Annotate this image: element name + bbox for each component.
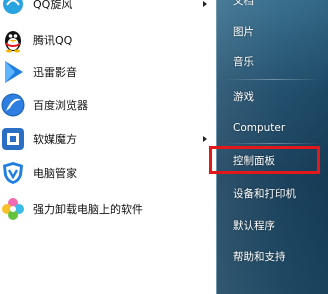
baidu-browser-icon (0, 92, 26, 118)
menu-item-pictures[interactable]: 图片 (217, 17, 328, 45)
menu-item-label: 音乐 (233, 55, 254, 68)
pc-manager-shield-icon (0, 160, 26, 186)
start-menu-right-pane: 文档 图片 音乐 游戏 Computer 控制面板 设备和打印机 默认程序 帮助… (216, 0, 328, 294)
program-label: 百度浏览器 (33, 99, 88, 112)
menu-item-label: 帮助和支持 (233, 250, 286, 263)
menu-item-label: 文档 (233, 0, 254, 7)
qq-penguin-icon (0, 27, 26, 53)
qqxuanfeng-icon (0, 0, 26, 17)
menu-item-label: 设备和打印机 (233, 187, 296, 200)
menu-item-games[interactable]: 游戏 (217, 82, 328, 110)
menu-item-music[interactable]: 音乐 (217, 47, 328, 75)
program-item-pc-manager[interactable]: 电脑管家 (0, 155, 216, 191)
menu-item-default-programs[interactable]: 默认程序 (217, 211, 328, 239)
program-label: QQ旋风 (33, 0, 73, 11)
programs-pane: QQ旋风 腾讯QQ 迅雷影音 百度浏览器 软媒魔方 电脑管家 强力卸载电脑上的软… (0, 0, 216, 294)
program-item-xunlei-player[interactable]: 迅雷影音 (0, 54, 216, 90)
menu-item-label: 控制面板 (233, 154, 275, 167)
menu-item-devices-printers[interactable]: 设备和打印机 (217, 179, 328, 207)
menu-item-label: Computer (233, 122, 286, 134)
program-item-ruanmei-mofang[interactable]: 软媒魔方 (0, 121, 216, 157)
program-label: 强力卸载电脑上的软件 (33, 203, 143, 216)
program-label: 软媒魔方 (33, 133, 77, 146)
menu-item-label: 图片 (233, 25, 254, 38)
uninstall-flower-icon (0, 196, 26, 222)
program-label: 腾讯QQ (33, 34, 73, 47)
program-item-tencent-qq[interactable]: 腾讯QQ (0, 22, 216, 58)
menu-item-label: 游戏 (233, 90, 254, 103)
submenu-arrow-icon (203, 136, 207, 142)
program-label: 电脑管家 (33, 167, 77, 180)
menu-separator (225, 79, 321, 80)
program-item-uninstall-software[interactable]: 强力卸载电脑上的软件 (0, 191, 216, 227)
menu-item-control-panel[interactable]: 控制面板 (217, 146, 328, 174)
menu-item-computer[interactable]: Computer (217, 114, 328, 142)
xunlei-player-icon (0, 59, 26, 85)
menu-item-documents[interactable]: 文档 (217, 0, 328, 14)
menu-item-label: 默认程序 (233, 219, 275, 232)
ruanmei-mofang-icon (0, 126, 26, 152)
program-item-baidu-browser[interactable]: 百度浏览器 (0, 87, 216, 123)
program-label: 迅雷影音 (33, 66, 77, 79)
submenu-arrow-icon (203, 1, 207, 7)
menu-item-help-support[interactable]: 帮助和支持 (217, 242, 328, 270)
program-item-qqxuanfeng[interactable]: QQ旋风 (0, 0, 216, 22)
menu-separator (225, 143, 321, 144)
